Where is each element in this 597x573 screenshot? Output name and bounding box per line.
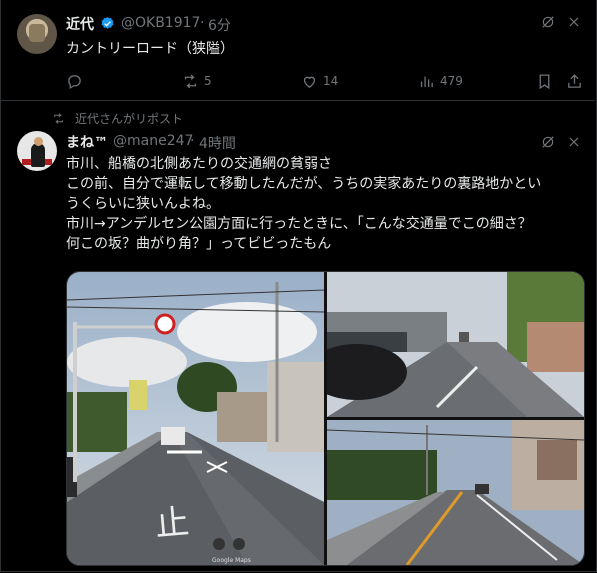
separator-dot: ·: [200, 15, 205, 31]
post-time[interactable]: 6分: [208, 15, 231, 35]
author-name[interactable]: 近代: [66, 14, 94, 34]
svg-text:止: 止: [153, 502, 190, 545]
bookmark-icon: [539, 73, 550, 89]
grok-icon[interactable]: [540, 134, 556, 154]
bookmark-button[interactable]: [536, 72, 553, 90]
author-handle[interactable]: @mane247: [113, 133, 193, 149]
street-photo-2[interactable]: [327, 272, 584, 417]
google-maps-label: Google Maps: [212, 557, 251, 564]
street-photo-1[interactable]: 止 Google Maps: [67, 272, 324, 565]
post-time[interactable]: 4時間: [199, 133, 236, 153]
repost-banner[interactable]: 近代さんがリポスト: [52, 110, 183, 127]
share-button[interactable]: [566, 72, 583, 90]
grok-icon[interactable]: [540, 14, 556, 34]
post-text-line: この前、自分で運転して移動したんだが、うちの実家あたりの裏路地かとい: [66, 176, 542, 192]
more-icon[interactable]: [566, 14, 582, 34]
repost-banner-text: 近代さんがリポスト: [75, 112, 184, 126]
reply-icon: [68, 74, 81, 89]
action-bar: 5 14 479: [66, 72, 586, 92]
like-count: 14: [323, 74, 339, 88]
repost-count: 5: [204, 74, 212, 88]
repost-button[interactable]: 5: [182, 72, 212, 90]
repost-icon: [54, 113, 63, 124]
post-text-line: 市川→アンデルセン公園方面に行ったときに、「こんな交通量でこの細さ？: [66, 216, 532, 232]
repost-icon: [184, 74, 197, 88]
post-text: 市川、船橋の北側あたりの交通網の貧弱さ この前、自分で運転して移動したんだが、う…: [66, 154, 581, 254]
reply-button[interactable]: [66, 72, 88, 90]
views-icon: [420, 76, 433, 87]
street-photo-3[interactable]: [327, 420, 584, 565]
more-icon[interactable]: [566, 134, 582, 154]
verified-badge-icon: [101, 16, 114, 29]
views-button[interactable]: 479: [418, 72, 463, 90]
post-1[interactable]: 近代 @OKB1917 · 6分 カントリーロード（狭隘） 5 14 479: [0, 0, 595, 101]
share-icon: [568, 73, 581, 88]
post-text: カントリーロード（狭隘）: [66, 41, 234, 57]
author-name[interactable]: まね™: [66, 132, 108, 152]
post-text-line: 市川、船橋の北側あたりの交通網の貧弱さ: [66, 156, 332, 172]
separator-dot: ·: [190, 133, 195, 149]
media-grid[interactable]: 止 Google Maps: [66, 271, 585, 566]
like-button[interactable]: 14: [301, 72, 338, 90]
post-text-line: うくらいに狭いんよね。: [66, 196, 220, 212]
avatar[interactable]: [17, 14, 57, 54]
views-count: 479: [440, 74, 463, 88]
author-handle[interactable]: @OKB1917: [121, 15, 200, 31]
post-text-line: 何この坂？曲がり角？」ってビビったもん: [66, 236, 332, 252]
like-icon: [303, 76, 316, 88]
avatar[interactable]: [17, 131, 57, 171]
